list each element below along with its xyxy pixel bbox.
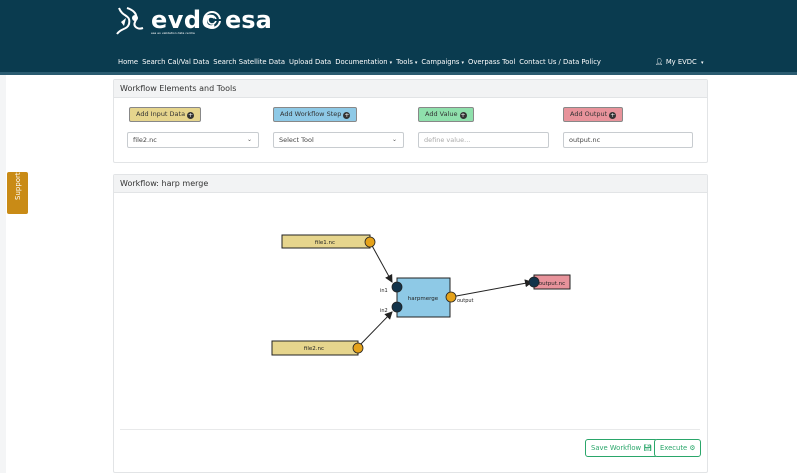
save-workflow-button[interactable]: Save Workflow 💾︎ <box>585 439 658 457</box>
nav-overpass[interactable]: Overpass Tool <box>468 55 515 69</box>
save-icon: 💾︎ <box>643 444 652 452</box>
support-tab[interactable]: Support <box>7 172 28 214</box>
left-edge <box>0 75 6 473</box>
nav-tools[interactable]: Tools ▾ <box>396 55 417 69</box>
workflow-footer-divider <box>120 429 700 430</box>
plus-circle-icon: + <box>343 112 351 119</box>
account-menu[interactable]: 👤︎ My EVDC ▾ <box>655 55 703 70</box>
nav-contact[interactable]: Contact Us / Data Policy <box>519 55 601 69</box>
chevron-down-icon: ▾ <box>414 60 418 66</box>
nav-search-calval[interactable]: Search Cal/Val Data <box>142 55 209 69</box>
output-name-input[interactable]: output.nc <box>563 132 693 148</box>
evdc-logo-icon[interactable] <box>113 4 149 38</box>
workflow-panel-title: Workflow: harp merge <box>114 175 707 193</box>
plus-circle-icon: + <box>459 112 467 119</box>
site-header: evdc esa eo validation data centre esa H… <box>0 0 797 75</box>
evdc-logo-subtitle: esa eo validation data centre <box>151 31 195 35</box>
value-input[interactable]: define value... <box>418 132 549 148</box>
input-data-select[interactable]: file2.nc ⌄ <box>127 132 259 148</box>
account-label: My EVDC <box>665 58 697 66</box>
user-icon: 👤︎ <box>655 58 664 66</box>
esa-logo-text: esa <box>225 6 272 34</box>
add-output-button[interactable]: Add Output + <box>563 107 624 122</box>
add-workflow-step-button[interactable]: Add Workflow Step + <box>273 107 358 122</box>
header-divider <box>0 72 797 75</box>
plus-circle-icon: + <box>609 112 617 119</box>
nav-upload[interactable]: Upload Data <box>289 55 331 69</box>
nav-documentation[interactable]: Documentation ▾ <box>335 55 392 69</box>
chevron-down-icon: ▾ <box>700 60 704 66</box>
nav-search-satellite[interactable]: Search Satellite Data <box>213 55 285 69</box>
execute-button[interactable]: Execute ⚙︎ <box>654 439 702 457</box>
support-label: Support <box>14 172 22 200</box>
add-value-button[interactable]: Add Value + <box>418 107 474 122</box>
plus-circle-icon: + <box>187 112 195 119</box>
nav-home[interactable]: Home <box>118 55 138 69</box>
chevron-down-icon: ▾ <box>389 60 393 66</box>
main-nav: Home Search Cal/Val Data Search Satellit… <box>118 55 601 69</box>
chevron-down-icon: ⌄ <box>391 136 397 143</box>
tool-select[interactable]: Select Tool ⌄ <box>273 132 404 148</box>
esa-logo-icon <box>203 11 222 29</box>
nav-campaigns[interactable]: Campaigns ▾ <box>421 55 464 69</box>
chevron-down-icon: ▾ <box>461 60 464 66</box>
tools-panel-title: Workflow Elements and Tools <box>114 80 707 98</box>
chevron-down-icon: ⌄ <box>246 136 252 143</box>
gear-icon: ⚙︎ <box>689 444 696 452</box>
add-input-data-button[interactable]: Add Input Data + <box>129 107 202 122</box>
